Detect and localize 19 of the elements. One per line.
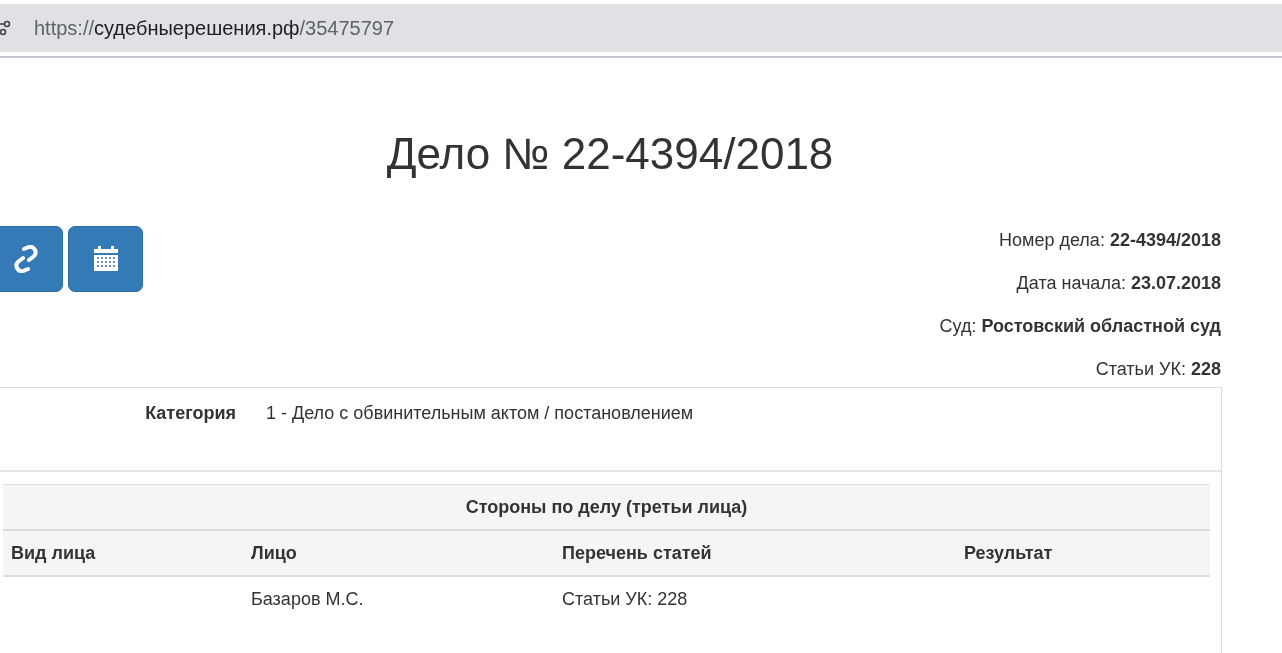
calendar-button[interactable] — [68, 226, 143, 292]
category-label: Категория — [144, 403, 236, 425]
info-line: Суд: Ростовский областной суд — [939, 316, 1221, 337]
case-title: Дело № 22-4394/2018 — [385, 128, 835, 180]
table-cell: Статьи УК: 228 — [554, 576, 956, 621]
info-line: Дата начала: 23.07.2018 — [1016, 273, 1221, 294]
column-header: Результат — [956, 530, 1210, 576]
category-value: 1 - Дело с обвинительным актом / постановлением — [266, 403, 695, 425]
table-cell: Базаров М.С. — [243, 576, 554, 621]
calendar-icon — [92, 246, 119, 272]
info-line: Номер дела: 22-4394/2018 — [999, 230, 1221, 251]
link-button[interactable] — [0, 226, 63, 292]
info-line: Статьи УК: 228 — [1095, 359, 1221, 380]
column-header: Вид лица — [3, 530, 243, 576]
column-header: Перечень статей — [554, 530, 956, 576]
table-caption: Стороны по делу (третьи лица) — [3, 484, 1210, 530]
column-header: Лицо — [243, 530, 554, 576]
url-text[interactable]: https://судебныерешения.рф/35475797 — [34, 16, 395, 40]
link-icon — [12, 245, 39, 273]
